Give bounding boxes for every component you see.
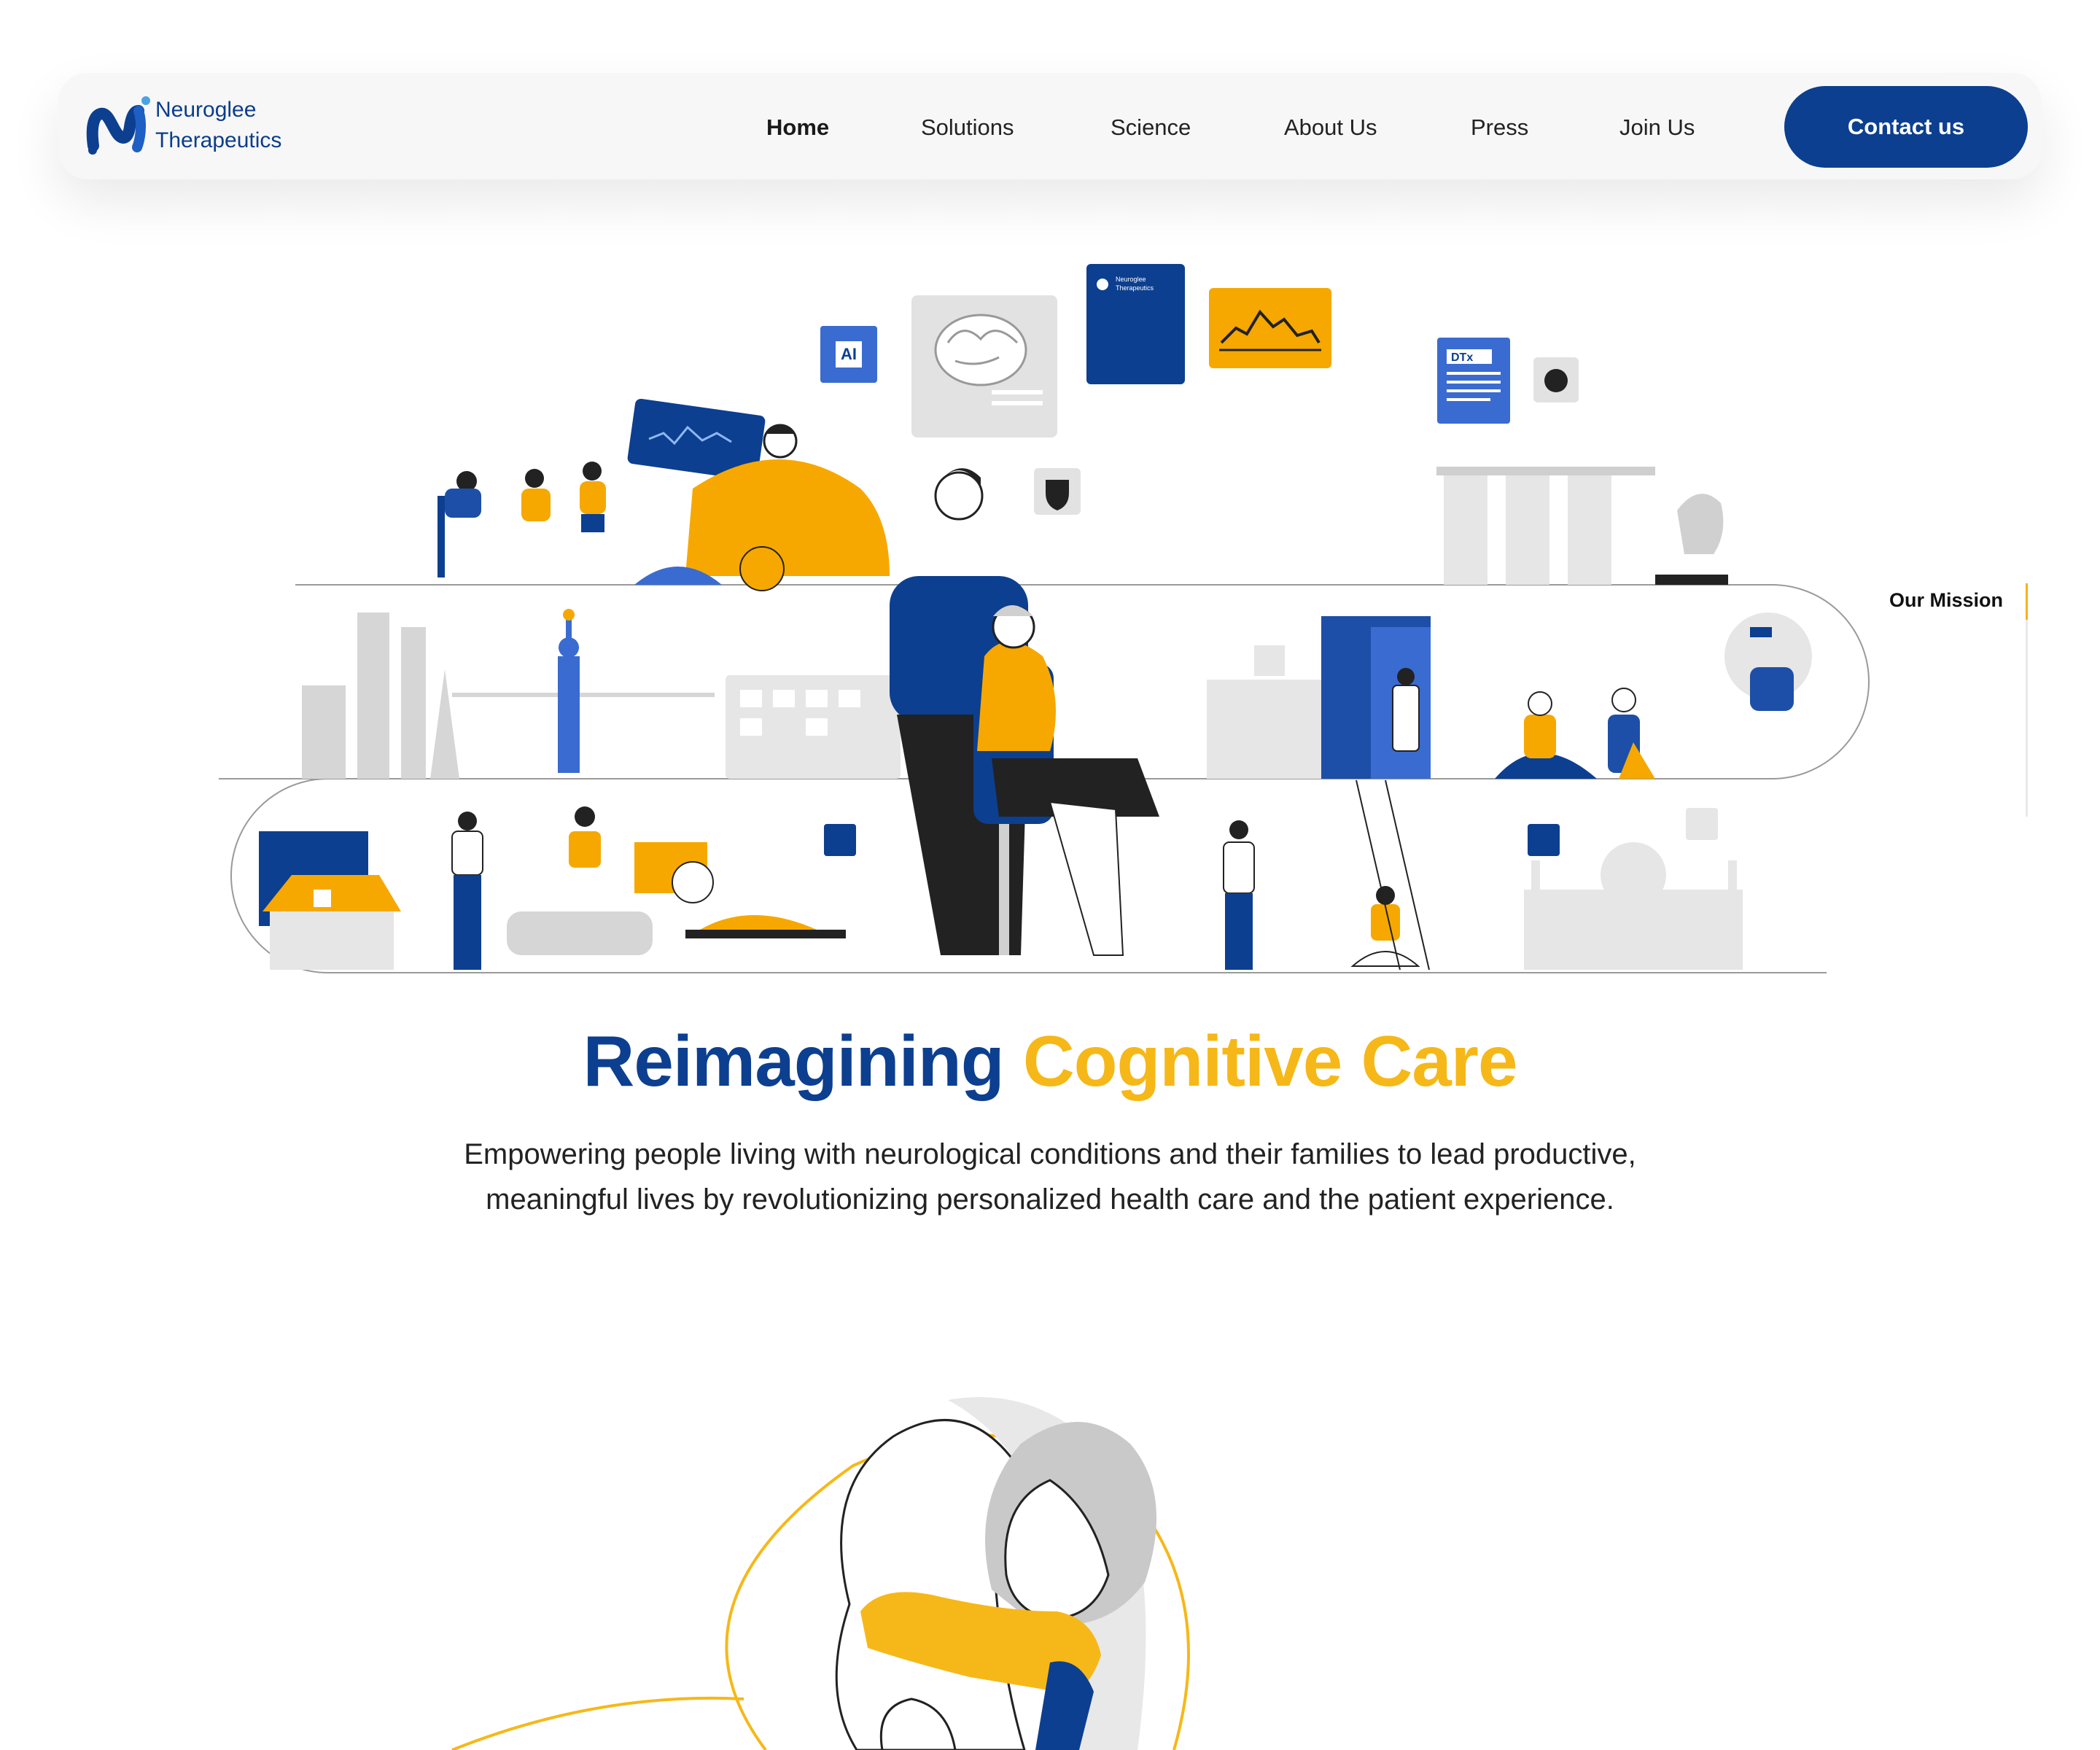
thinking-person bbox=[1223, 820, 1255, 970]
shield-icon bbox=[1034, 468, 1081, 515]
nav-solutions[interactable]: Solutions bbox=[921, 113, 1014, 142]
brand-name-line2: Therapeutics bbox=[155, 128, 282, 152]
hug-illustration bbox=[451, 1397, 1190, 1750]
ladder bbox=[1356, 779, 1430, 971]
section-nav-our-mission[interactable]: Our Mission bbox=[1889, 589, 2003, 612]
hero-subtitle-line1: Empowering people living with neurologic… bbox=[464, 1138, 1636, 1170]
vr-person bbox=[1724, 612, 1812, 711]
brand-card-icon: Neuroglee Therapeutics bbox=[1086, 264, 1185, 384]
svg-text:Neuroglee: Neuroglee bbox=[1116, 276, 1146, 283]
laptop-person bbox=[507, 806, 653, 955]
hero-illustration: AI Neuroglee Therapeutics DTx bbox=[219, 264, 1870, 973]
hero-title-part2: Cognitive Care bbox=[1022, 1021, 1518, 1101]
nav-press[interactable]: Press bbox=[1471, 113, 1528, 142]
brand-name-line1: Neuroglee bbox=[155, 98, 257, 122]
hero-subtitle: Empowering people living with neurologic… bbox=[394, 1132, 1706, 1222]
nav-home[interactable]: Home bbox=[766, 113, 829, 142]
nav-science[interactable]: Science bbox=[1111, 113, 1191, 142]
singapore-skyline bbox=[1436, 467, 1655, 585]
svg-text:AI: AI bbox=[841, 345, 857, 363]
section-nav-progress bbox=[2026, 583, 2028, 620]
exercising-people bbox=[438, 462, 606, 578]
chart-icon bbox=[1209, 288, 1331, 368]
neuroglee-logo-icon[interactable] bbox=[85, 95, 152, 159]
sleeping-person bbox=[685, 915, 846, 938]
svg-text:DTx: DTx bbox=[1451, 351, 1473, 364]
taj-mahal-icon bbox=[1524, 842, 1743, 970]
hero-title-part1: Reimagining bbox=[583, 1021, 1005, 1101]
robot-icon bbox=[1533, 357, 1579, 402]
center-couple bbox=[890, 468, 1159, 956]
sitting-people bbox=[1495, 688, 1655, 779]
nav-about-us[interactable]: About Us bbox=[1284, 113, 1377, 142]
hero-title: Reimagining Cognitive Care bbox=[0, 1014, 2100, 1108]
brand-name[interactable]: Neuroglee Therapeutics bbox=[155, 95, 281, 156]
yoga-person bbox=[1350, 886, 1420, 967]
house-building bbox=[259, 831, 401, 970]
brain-icon bbox=[911, 295, 1057, 438]
new-york-skyline bbox=[302, 612, 715, 779]
merlion-icon bbox=[1655, 494, 1728, 585]
calendar-icon bbox=[726, 675, 901, 779]
tablet-person bbox=[627, 398, 890, 591]
hero-subtitle-line2: meaningful lives by revolutionizing pers… bbox=[486, 1183, 1614, 1216]
standing-person bbox=[451, 812, 483, 970]
nav-join-us[interactable]: Join Us bbox=[1619, 113, 1695, 142]
svg-text:Therapeutics: Therapeutics bbox=[1116, 284, 1154, 292]
dtx-document-icon: DTx bbox=[1437, 338, 1510, 424]
statue-of-liberty-icon bbox=[558, 609, 580, 773]
ai-chip-icon: AI bbox=[820, 326, 877, 383]
food-box bbox=[634, 842, 714, 903]
contact-us-button[interactable]: Contact us bbox=[1784, 86, 2028, 168]
top-navbar: Neuroglee Therapeutics Home Solutions Sc… bbox=[58, 73, 2042, 179]
